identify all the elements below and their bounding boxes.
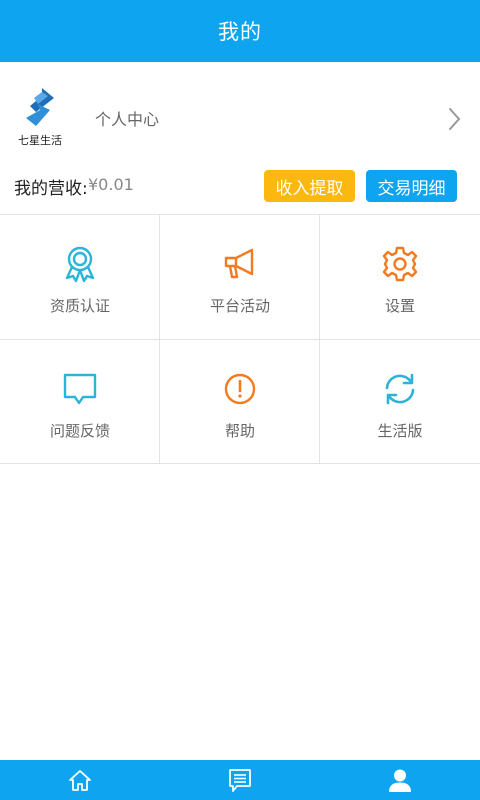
logo-icon: [26, 88, 54, 126]
tab-messages[interactable]: [160, 760, 320, 800]
grid-item-label: 问题反馈: [49, 422, 110, 440]
withdraw-income-button[interactable]: 收入提取: [264, 170, 355, 202]
top-bar: 我的: [0, 0, 480, 62]
grid-item-label: 生活版: [377, 422, 423, 440]
grid-divider: [0, 339, 480, 340]
grid-item-settings[interactable]: 设置: [320, 215, 480, 339]
function-grid: 资质认证 平台活动 设置 问题反馈 帮助 生活版: [0, 215, 480, 464]
page-title: 我的: [218, 20, 262, 44]
grid-item-feedback[interactable]: 问题反馈: [0, 340, 160, 464]
gear-icon: [382, 246, 418, 282]
revenue-label: 我的营收:: [14, 179, 88, 199]
grid-item-label: 平台活动: [209, 297, 270, 315]
revenue-value: ¥0.01: [88, 175, 134, 194]
home-icon: [69, 770, 91, 791]
megaphone-icon: [224, 248, 254, 279]
logo-caption: 七星生活: [18, 134, 62, 147]
tab-home[interactable]: [0, 760, 160, 800]
message-icon: [229, 769, 251, 792]
badge-icon: [65, 246, 95, 283]
bottom-tab-bar: [0, 760, 480, 800]
refresh-icon: [385, 373, 415, 405]
grid-item-label: 资质认证: [49, 297, 110, 315]
user-icon: [389, 769, 411, 792]
grid-item-activities[interactable]: 平台活动: [160, 215, 320, 339]
grid-item-label: 设置: [384, 297, 415, 315]
grid-divider: [0, 463, 480, 464]
tab-profile[interactable]: [320, 760, 480, 800]
revenue-row: 我的营收: ¥0.01 收入提取 交易明细: [0, 160, 480, 210]
chat-bubble-icon: [63, 373, 97, 405]
grid-item-help[interactable]: 帮助: [160, 340, 320, 464]
grid-item-life-version[interactable]: 生活版: [320, 340, 480, 464]
profile-row[interactable]: 七星生活 个人中心: [0, 62, 480, 172]
grid-item-label: 帮助: [224, 422, 255, 440]
grid-item-qualification[interactable]: 资质认证: [0, 215, 160, 339]
transaction-detail-button[interactable]: 交易明细: [366, 170, 457, 202]
alert-circle-icon: [224, 373, 256, 405]
personal-center-label: 个人中心: [95, 110, 160, 129]
chevron-right-icon[interactable]: [444, 106, 464, 132]
app-logo: 七星生活: [14, 86, 66, 152]
